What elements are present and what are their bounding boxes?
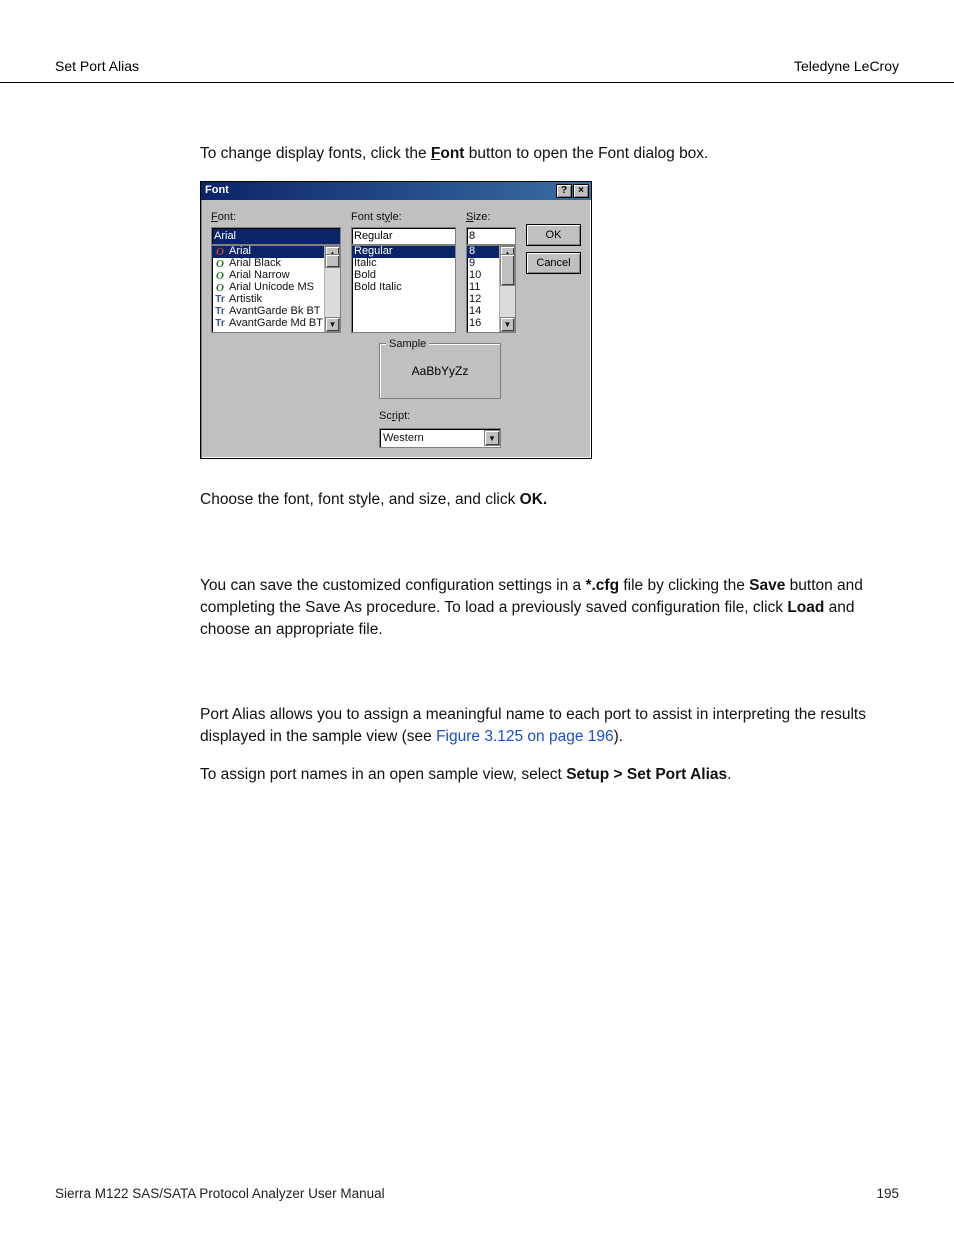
style-label: Font style: [351,210,456,225]
chevron-down-icon[interactable]: ▼ [484,430,500,446]
font-listbox[interactable]: OArial OArial Black OArial Narrow OArial… [211,245,341,333]
titlebar: Font ? × [201,182,591,200]
scrollbar[interactable]: ▲ ▼ [499,246,515,332]
script-label: Script: [379,409,501,424]
script-select[interactable]: Western ▼ [379,428,501,448]
sample-legend: Sample [386,337,429,352]
style-input[interactable] [351,227,456,245]
page-header: Set Port Alias Teledyne LeCroy [0,0,954,83]
close-button[interactable]: × [573,184,589,198]
font-label: Font: [211,210,341,225]
intro-paragraph: To change display fonts, click the Font … [200,143,899,165]
alias-paragraph: Port Alias allows you to assign a meanin… [200,704,899,747]
header-right: Teledyne LeCroy [794,58,899,74]
opentype-icon: O [214,259,226,270]
scrollbar[interactable]: ▲ ▼ [324,246,340,332]
font-input[interactable] [211,227,341,245]
opentype-icon: O [214,271,226,282]
opentype-icon: O [214,247,226,258]
scroll-thumb[interactable] [500,254,515,286]
figure-link[interactable]: Figure 3.125 on page 196 [436,728,614,745]
page-footer: Sierra M122 SAS/SATA Protocol Analyzer U… [55,1186,899,1201]
scroll-down-icon[interactable]: ▼ [500,317,515,332]
footer-page: 195 [876,1186,899,1201]
footer-manual: Sierra M122 SAS/SATA Protocol Analyzer U… [55,1186,385,1201]
style-listbox[interactable]: Regular Italic Bold Bold Italic [351,245,456,333]
cancel-button[interactable]: Cancel [526,252,581,274]
help-button[interactable]: ? [556,184,572,198]
truetype-icon: Tr [214,317,226,331]
list-item: TrAvantGarde Md BT [212,318,340,330]
assign-paragraph: To assign port names in an open sample v… [200,764,899,786]
opentype-icon: O [214,283,226,294]
font-keyword: F [431,145,440,162]
dialog-title: Font [205,183,229,198]
size-label: Size: [466,210,516,225]
scroll-thumb[interactable] [325,254,340,268]
save-paragraph: You can save the customized configuratio… [200,575,899,640]
size-input[interactable] [466,227,516,245]
scroll-down-icon[interactable]: ▼ [325,317,340,332]
header-left: Set Port Alias [55,58,139,74]
after-dialog-paragraph: Choose the font, font style, and size, a… [200,489,899,511]
content: To change display fonts, click the Font … [0,83,954,785]
font-dialog: Font ? × Font: OArial OArial Black OAria… [200,181,592,460]
sample-box: Sample AaBbYyZz [379,343,501,399]
list-item: Bold Italic [352,282,455,294]
ok-button[interactable]: OK [526,224,581,246]
size-listbox[interactable]: 8 9 10 11 12 14 16 ▲ ▼ [466,245,516,333]
sample-text: AaBbYyZz [412,363,469,380]
